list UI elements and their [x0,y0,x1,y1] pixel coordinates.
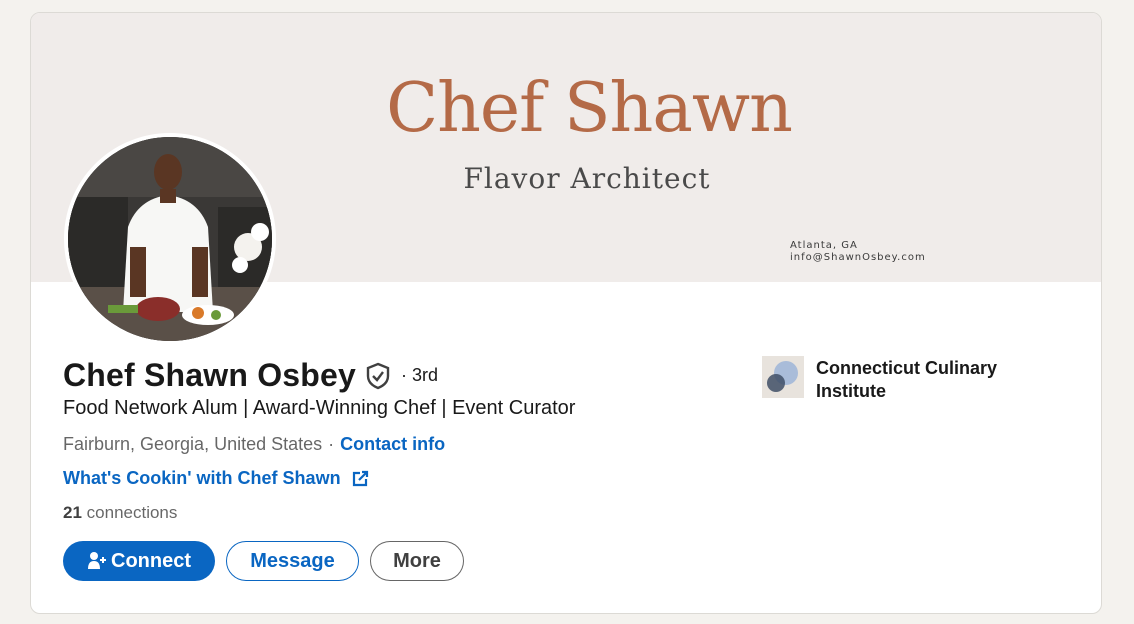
profile-location: Fairburn, Georgia, United States [63,434,323,454]
education-item[interactable]: Connecticut Culinary Institute [762,356,1016,403]
connections-count[interactable]: 21 connections [63,503,177,523]
name-row: Chef Shawn Osbey · 3rd [63,357,438,394]
profile-card: Chef Shawn Flavor Architect Atlanta, GA … [30,12,1102,614]
separator: · [328,434,335,454]
contact-info-link[interactable]: Contact info [340,434,445,454]
more-button[interactable]: More [370,541,464,581]
banner-title: Chef Shawn [386,69,793,148]
chef-photo [68,137,272,341]
connect-button[interactable]: Connect [63,541,215,581]
connections-number: 21 [63,503,82,522]
banner-contact: Atlanta, GA info@ShawnOsbey.com [790,240,926,264]
education-name: Connecticut Culinary Institute [816,358,998,401]
profile-name: Chef Shawn Osbey [63,357,357,393]
website-link[interactable]: What's Cookin' with Chef Shawn [63,468,369,489]
banner-email: info@ShawnOsbey.com [790,252,926,263]
school-logo-icon [762,356,804,398]
connections-label: connections [86,503,178,522]
action-buttons: Connect Message More [63,541,464,581]
connect-label: Connect [111,549,191,572]
location-row: Fairburn, Georgia, United States · Contact… [63,434,445,455]
profile-headline: Food Network Alum | Award-Winning Chef |… [63,397,576,419]
banner-location: Atlanta, GA [790,240,858,251]
verified-shield-icon[interactable] [365,362,391,390]
connection-degree: · 3rd [401,365,439,385]
website-label: What's Cookin' with Chef Shawn [63,468,341,488]
message-button[interactable]: Message [226,541,359,581]
avatar[interactable] [64,133,276,345]
add-person-icon [87,551,107,571]
external-link-icon [351,470,369,488]
